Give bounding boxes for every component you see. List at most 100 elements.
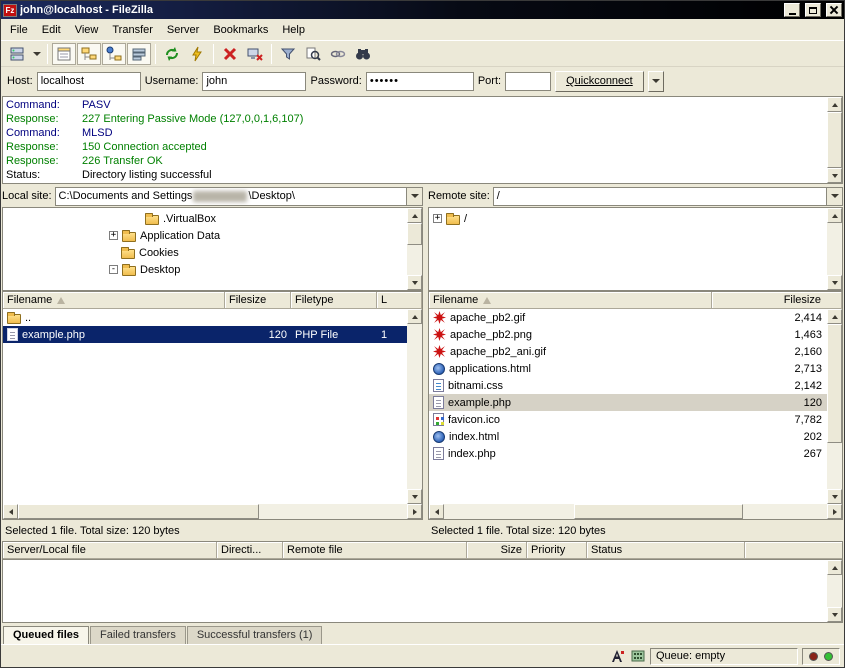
expand-icon[interactable]: + [109,231,118,240]
remote-path-combobox[interactable]: / [493,187,843,206]
scroll-thumb[interactable] [407,223,422,245]
column-header-size[interactable]: Size [467,542,527,559]
site-manager-button[interactable] [5,43,29,65]
file-row[interactable]: favicon.ico7,782 [429,411,842,428]
scroll-up-button[interactable] [407,309,422,324]
scroll-track[interactable] [407,223,422,275]
column-header-filesize[interactable]: Filesize [712,292,842,309]
scroll-down-button[interactable] [827,168,842,183]
column-header-server-local-file[interactable]: Server/Local file [3,542,217,559]
column-header-filename[interactable]: Filename [429,292,712,309]
cancel-button[interactable] [218,43,242,65]
menu-edit[interactable]: Edit [35,21,68,39]
scroll-thumb[interactable] [827,324,842,443]
menu-help[interactable]: Help [275,21,312,39]
expand-icon[interactable]: + [433,214,442,223]
refresh-button[interactable] [160,43,184,65]
sync-browsing-button[interactable] [326,43,350,65]
close-button[interactable] [826,3,842,17]
scroll-left-button[interactable] [3,504,18,519]
tree-item-root[interactable]: +/ [433,210,826,227]
minimize-button[interactable] [784,3,800,17]
tree-item-desktop[interactable]: -Desktop [109,261,406,278]
scroll-track[interactable] [407,324,422,489]
scroll-up-button[interactable] [827,208,842,223]
column-header-priority[interactable]: Priority [527,542,587,559]
column-header-remote-file[interactable]: Remote file [283,542,467,559]
scroll-down-button[interactable] [827,275,842,290]
scroll-up-button[interactable] [827,309,842,324]
column-header-direction[interactable]: Directi... [217,542,283,559]
toggle-queue-button[interactable] [127,43,151,65]
menu-view[interactable]: View [68,21,106,39]
host-input[interactable] [37,72,141,91]
local-tree-scrollbar[interactable] [407,208,422,290]
queue-body[interactable] [2,559,843,623]
maximize-button[interactable] [805,3,821,17]
column-header-filename[interactable]: Filename [3,292,225,309]
scroll-thumb[interactable] [827,112,842,168]
file-row-example-php[interactable]: example.php 120 PHP File 1 [3,326,422,343]
column-header-filetype[interactable]: Filetype [291,292,377,309]
scroll-track[interactable] [827,112,842,168]
toggle-log-button[interactable] [52,43,76,65]
scroll-track[interactable] [444,504,827,519]
menu-bookmarks[interactable]: Bookmarks [206,21,275,39]
column-header-status[interactable]: Status [587,542,745,559]
menu-file[interactable]: File [3,21,35,39]
file-row[interactable]: apache_pb2_ani.gif2,160 [429,343,842,360]
column-header-last-modified[interactable]: L [377,292,422,309]
collapse-icon[interactable]: - [109,265,118,274]
scroll-down-button[interactable] [827,489,842,504]
menu-transfer[interactable]: Transfer [105,21,160,39]
remote-tree-scrollbar[interactable] [827,208,842,290]
scroll-track[interactable] [18,504,407,519]
local-path-combobox[interactable]: C:\Documents and Settings\Desktop\ [55,187,423,206]
file-row-example-php[interactable]: example.php120 [429,394,842,411]
file-row-parent-directory[interactable]: .. [3,309,422,326]
file-row[interactable]: bitnami.css2,142 [429,377,842,394]
quickconnect-dropdown[interactable] [648,71,664,92]
password-input[interactable] [366,72,474,91]
scroll-down-button[interactable] [407,275,422,290]
scroll-track[interactable] [827,223,842,275]
quickconnect-button[interactable]: Quickconnect [555,71,644,92]
search-button[interactable] [351,43,375,65]
file-row[interactable]: apache_pb2.png1,463 [429,326,842,343]
disconnect-button[interactable] [243,43,267,65]
scroll-thumb[interactable] [574,504,743,519]
scroll-down-button[interactable] [827,607,842,622]
site-manager-dropdown[interactable] [30,43,43,65]
tree-item-virtualbox[interactable]: .VirtualBox [145,210,406,227]
scroll-right-button[interactable] [407,504,422,519]
file-row[interactable]: applications.html2,713 [429,360,842,377]
tab-failed-transfers[interactable]: Failed transfers [90,626,186,644]
scroll-thumb[interactable] [18,504,259,519]
scroll-up-button[interactable] [827,97,842,112]
tree-item-application-data[interactable]: +Application Data [109,227,406,244]
file-row[interactable]: index.html202 [429,428,842,445]
tab-queued-files[interactable]: Queued files [3,626,89,644]
compare-button[interactable] [301,43,325,65]
local-path-dropdown[interactable] [406,188,422,205]
remote-list-vscrollbar[interactable] [827,309,842,504]
scroll-up-button[interactable] [407,208,422,223]
menu-server[interactable]: Server [160,21,206,39]
queue-scrollbar[interactable] [827,560,842,622]
log-scrollbar[interactable] [827,97,842,183]
username-input[interactable] [202,72,306,91]
remote-path-dropdown[interactable] [826,188,842,205]
process-queue-button[interactable] [185,43,209,65]
toggle-local-tree-button[interactable] [77,43,101,65]
scroll-left-button[interactable] [429,504,444,519]
local-list-vscrollbar[interactable] [407,309,422,504]
scroll-up-button[interactable] [827,560,842,575]
file-row[interactable]: apache_pb2.gif2,414 [429,309,842,326]
scroll-track[interactable] [827,575,842,607]
local-list-hscrollbar[interactable] [3,504,422,519]
column-header-filesize[interactable]: Filesize [225,292,291,309]
tree-item-cookies[interactable]: Cookies [121,244,406,261]
toggle-remote-tree-button[interactable] [102,43,126,65]
remote-list-hscrollbar[interactable] [429,504,842,519]
scroll-track[interactable] [827,324,842,489]
